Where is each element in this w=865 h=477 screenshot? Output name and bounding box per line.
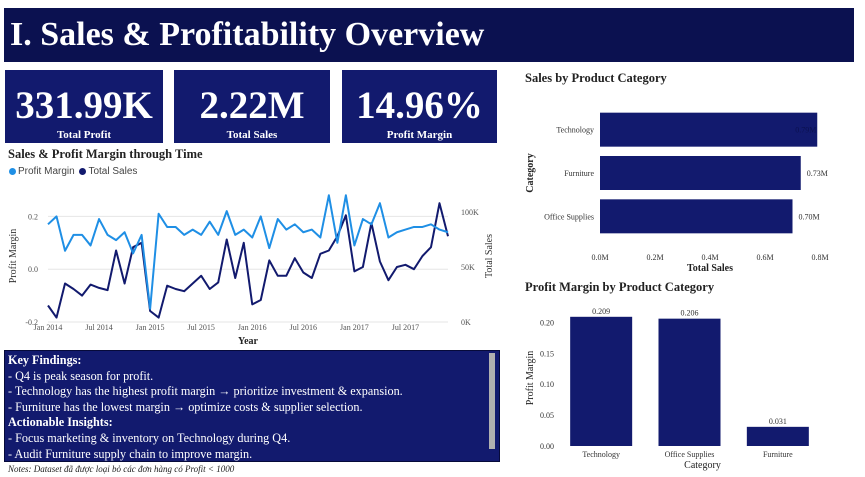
insight-item: - Focus marketing & inventory on Technol…	[8, 430, 291, 445]
x-tick-label: 0.2M	[646, 253, 663, 262]
kpi-value: 2.22M	[199, 84, 305, 127]
data-label: 0.70M	[799, 212, 820, 221]
category-tick-label: Technology	[556, 126, 594, 135]
bar-h-chart-title: Sales by Product Category	[525, 71, 667, 85]
bar-furniture	[746, 426, 809, 446]
bar-furniture	[600, 156, 801, 190]
dataset-note: Notes: Dataset đã được loại bỏ các đơn h…	[8, 464, 235, 474]
kpi-card-total-sales: 2.22M Total Sales	[174, 70, 330, 143]
y-axis-label: Category	[525, 153, 536, 192]
bar-office-supplies	[658, 318, 721, 446]
x-tick-label: 0.6M	[756, 253, 773, 262]
finding-item: - Furniture has the lowest margin → opti…	[8, 399, 363, 414]
y-axis-label: Profit Margin	[525, 351, 536, 406]
bar-v-chart-title: Profit Margin by Product Category	[525, 280, 715, 294]
legend-dot-icon	[9, 167, 16, 175]
line-chart-legend: Profit Margin Total Sales	[9, 166, 137, 177]
y-tick-label: 0.10	[540, 380, 554, 389]
x-axis-label: Year	[238, 336, 259, 347]
legend-profit-margin: Profit Margin	[18, 166, 75, 177]
kpi-value: 14.96%	[356, 84, 483, 127]
x-tick-label: Jan 2015	[136, 323, 165, 332]
x-tick-label: 0.8M	[811, 253, 828, 262]
line-chart-title: Sales & Profit Margin through Time	[8, 147, 203, 161]
x-tick-label: 0.4M	[701, 253, 718, 262]
y-right-tick-label: 50K	[461, 263, 475, 272]
bar-office-supplies	[600, 199, 793, 234]
category-tick-label: Technology	[582, 450, 620, 459]
y-left-tick-label: 0.0	[28, 265, 38, 274]
y-right-tick-label: 100K	[461, 208, 479, 217]
insight-item: - Audit Furniture supply chain to improv…	[8, 446, 253, 461]
profit-margin-line	[47, 194, 449, 310]
findings-scrollbar[interactable]	[489, 353, 495, 449]
bar-h-chart: Technology 0.79M Furniture 0.73M Office Supp…	[525, 112, 829, 274]
findings-heading: Key Findings:	[8, 353, 82, 367]
category-tick-label: Furniture	[564, 169, 594, 178]
data-label: 0.73M	[807, 169, 828, 178]
y-right-axis-label: Total Sales	[484, 234, 495, 278]
category-tick-label: Furniture	[763, 450, 793, 459]
kpi-card-total-profit: 331.99K Total Profit	[5, 70, 163, 143]
legend-dot-icon	[79, 167, 87, 175]
y-tick-label: 0.05	[540, 411, 554, 420]
category-tick-label: Office Supplies	[544, 212, 594, 221]
kpi-value: 331.99K	[15, 84, 153, 127]
x-tick-label: Jan 2014	[34, 323, 63, 332]
y-tick-label: 0.00	[540, 442, 554, 451]
finding-item: - Q4 is peak season for profit.	[8, 368, 154, 383]
kpi-card-profit-margin: 14.96% Profit Margin	[342, 70, 497, 143]
title-banner: I. Sales & Profitability Overview	[4, 8, 854, 62]
y-tick-label: 0.15	[540, 349, 554, 358]
y-left-tick-label: 0.2	[28, 212, 38, 221]
x-tick-label: Jul 2015	[188, 323, 215, 332]
data-label: 0.206	[681, 309, 699, 318]
bar-v-chart: 0.00 0.05 0.10 0.15 0.20 0.209 Technology 0.206…	[525, 307, 809, 471]
data-label: 0.209	[592, 307, 610, 316]
kpi-label: Total Sales	[226, 129, 278, 141]
x-tick-label: Jul 2017	[392, 323, 419, 332]
x-tick-label: Jul 2014	[85, 323, 112, 332]
x-axis-label: Category	[684, 460, 721, 471]
findings-panel: Key Findings: - Q4 is peak season for pr…	[4, 350, 500, 462]
bar-technology	[600, 112, 818, 147]
kpi-label: Total Profit	[56, 129, 112, 141]
data-label: 0.031	[769, 417, 787, 426]
insights-heading: Actionable Insights:	[8, 415, 113, 430]
category-tick-label: Office Supplies	[665, 450, 715, 459]
bar-technology	[570, 316, 633, 446]
kpi-label: Profit Margin	[386, 129, 453, 141]
y-right-tick-label: 0K	[461, 318, 471, 327]
y-tick-label: 0.20	[540, 318, 554, 327]
total-sales-line	[47, 202, 449, 319]
legend-total-sales: Total Sales	[88, 166, 138, 177]
y-left-axis-label: Profit Margin	[8, 229, 19, 284]
line-chart: -0.20.00.20K50K100KJan 2014 Jul 2014 Jan 2…	[8, 194, 495, 347]
page-title: I. Sales & Profitability Overview	[10, 16, 485, 53]
x-axis-label: Total Sales	[687, 263, 733, 274]
x-tick-label: Jan 2016	[238, 323, 267, 332]
x-tick-label: Jul 2016	[290, 323, 317, 332]
finding-item: - Technology has the highest profit marg…	[8, 384, 403, 399]
data-label: 0.79M	[795, 126, 816, 135]
x-tick-label: Jan 2017	[340, 323, 369, 332]
x-tick-label: 0.0M	[591, 253, 608, 262]
